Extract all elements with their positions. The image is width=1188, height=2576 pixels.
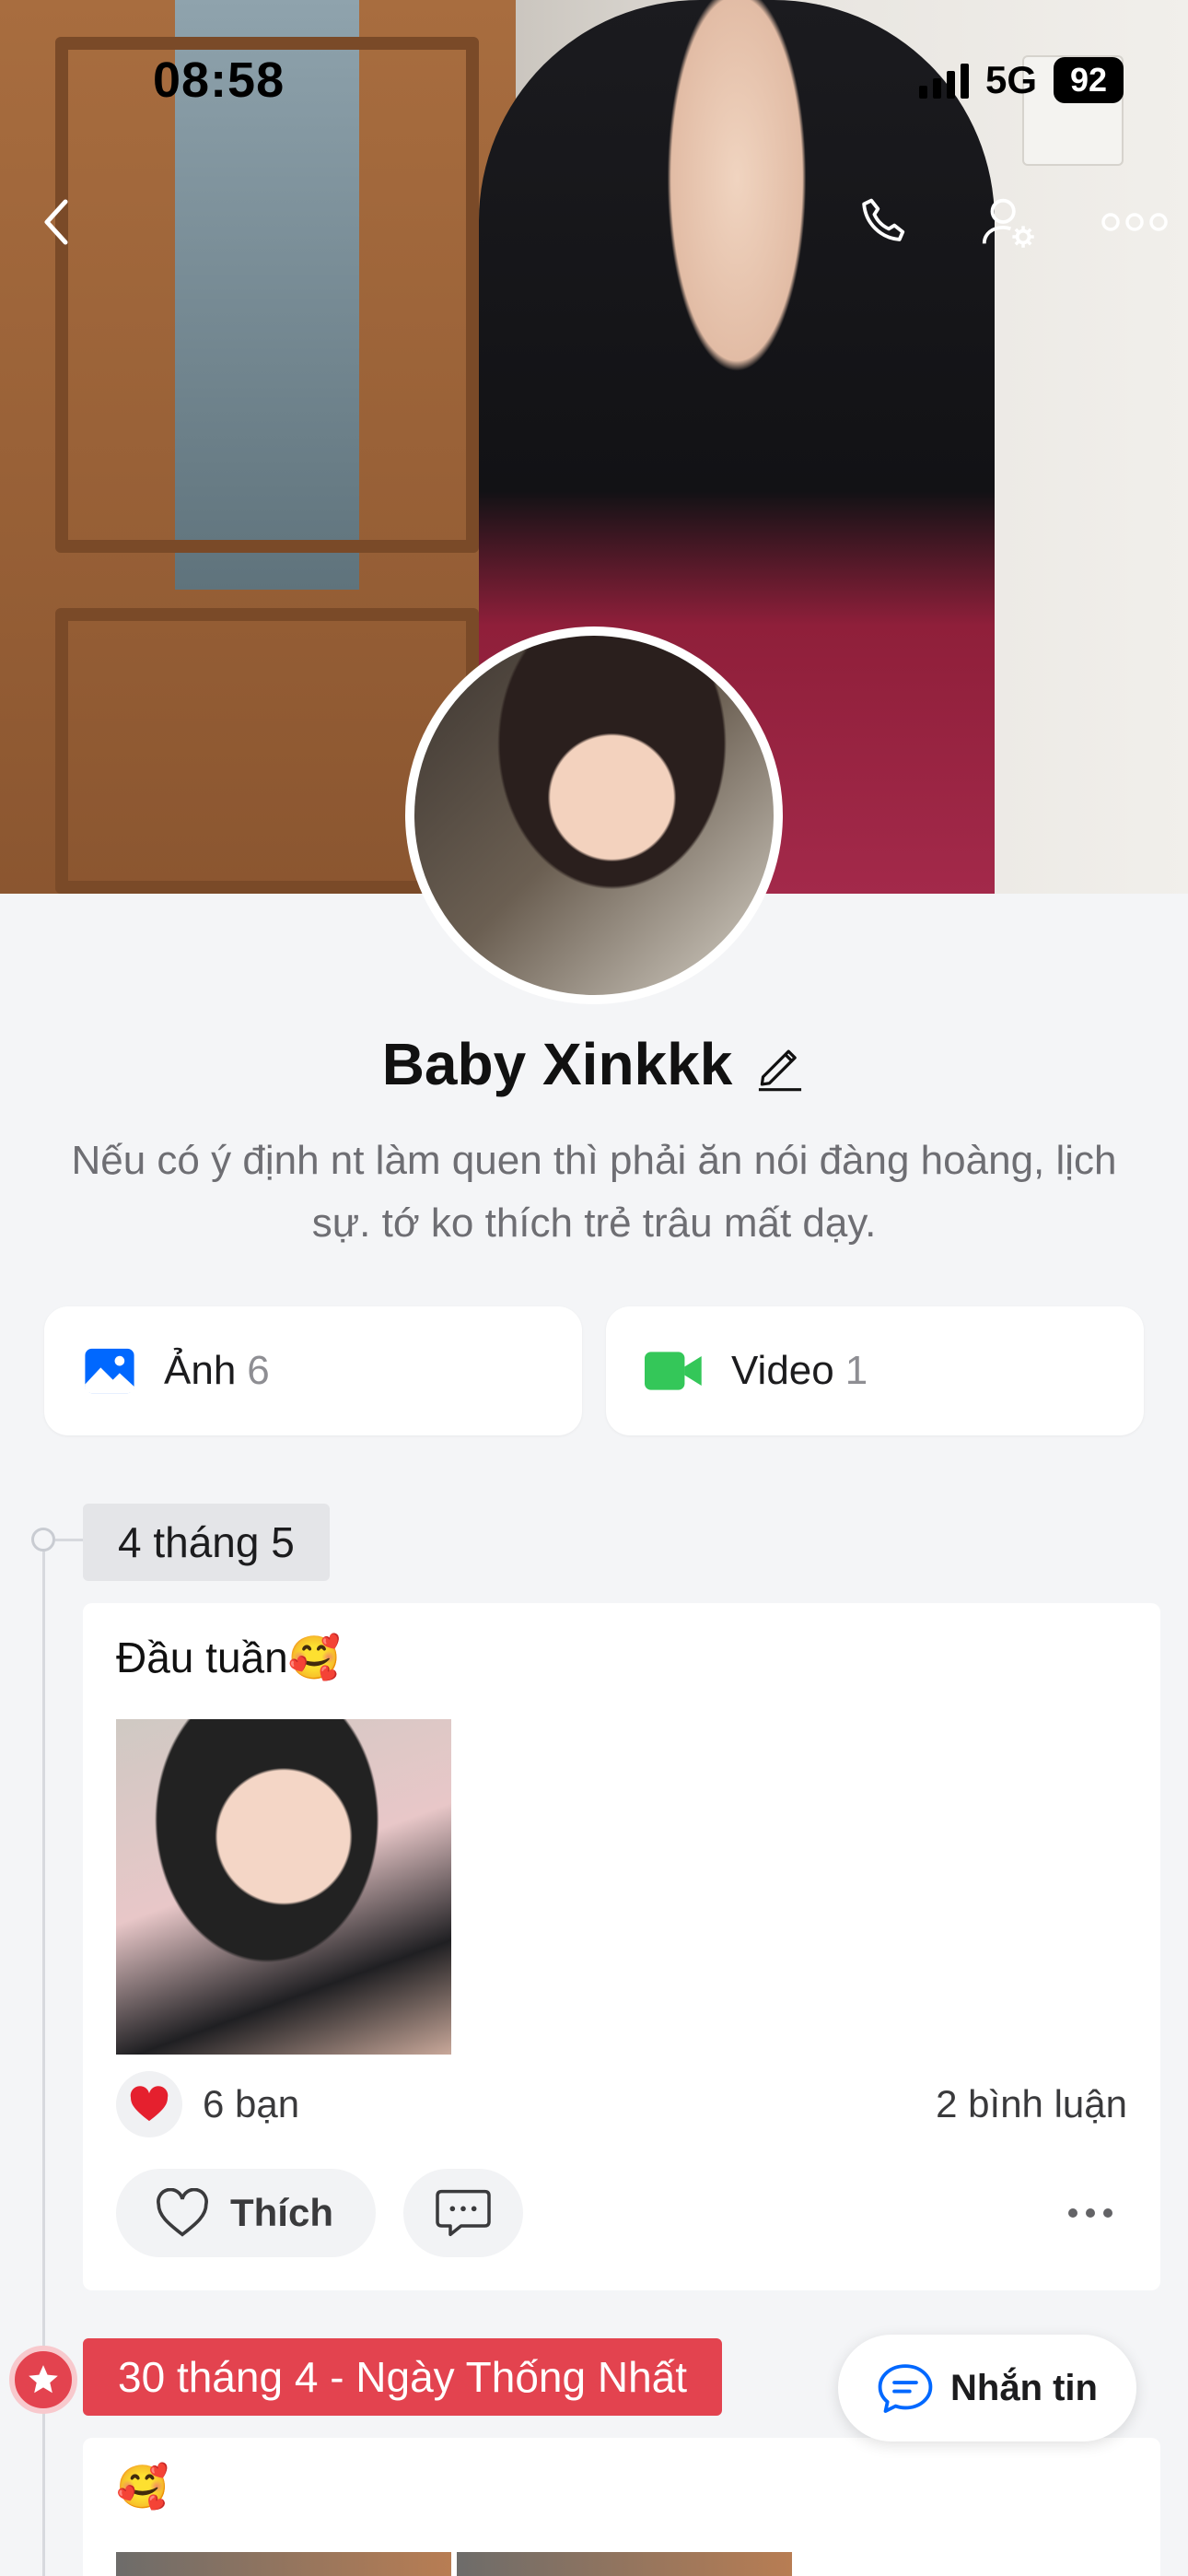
timeline-post[interactable]: Đầu tuần🥰 6 bạn 2 bình luận Thích bbox=[83, 1603, 1160, 2290]
post-photo[interactable] bbox=[457, 2552, 792, 2576]
photos-label: Ảnh bbox=[164, 1348, 237, 1393]
videos-count: 1 bbox=[844, 1348, 868, 1393]
photos-button[interactable]: Ảnh 6 bbox=[44, 1306, 582, 1435]
profile-bio: Nếu có ý định nt làm quen thì phải ăn nó… bbox=[71, 1138, 1117, 1246]
avatar[interactable] bbox=[405, 626, 783, 1004]
profile-name-row: Baby Xinkkk bbox=[0, 1030, 1188, 1098]
videos-button[interactable]: Video 1 bbox=[606, 1306, 1144, 1435]
video-camera-icon bbox=[645, 1352, 702, 1390]
status-indicators: 5G 92 bbox=[918, 57, 1124, 103]
reaction-heart[interactable] bbox=[116, 2071, 182, 2137]
post-caption: Đầu tuần🥰 bbox=[116, 1633, 341, 1681]
videos-label: Video bbox=[731, 1348, 834, 1393]
more-dot bbox=[1103, 2208, 1112, 2218]
star-icon bbox=[29, 2365, 58, 2394]
post-photo[interactable] bbox=[116, 2552, 451, 2576]
back-button[interactable] bbox=[15, 181, 98, 263]
timeline-dot bbox=[31, 1528, 55, 1551]
profile-settings-button[interactable] bbox=[967, 181, 1050, 263]
post-reactions-row: 6 bạn 2 bình luận bbox=[116, 2069, 1127, 2139]
more-options-button[interactable] bbox=[1089, 181, 1181, 263]
reaction-count[interactable]: 6 bạn bbox=[203, 2082, 299, 2126]
user-settings-icon bbox=[982, 198, 1034, 248]
signal-icon bbox=[918, 62, 969, 99]
comment-button[interactable] bbox=[403, 2169, 523, 2257]
edit-pencil-icon[interactable] bbox=[754, 1036, 806, 1092]
phone-icon bbox=[862, 198, 905, 241]
message-button[interactable]: Nhắn tin bbox=[838, 2335, 1136, 2441]
avatar-photo bbox=[414, 636, 774, 995]
post-actions: Thích bbox=[116, 2169, 1127, 2257]
status-time: 08:58 bbox=[153, 53, 285, 108]
call-button[interactable] bbox=[844, 181, 926, 263]
post-caption: 🥰 bbox=[116, 2463, 169, 2511]
more-dot bbox=[1086, 2208, 1095, 2218]
featured-star-marker bbox=[9, 2346, 77, 2414]
timeline-line bbox=[42, 1540, 45, 2576]
more-horizontal-icon bbox=[1101, 213, 1168, 231]
image-icon bbox=[85, 1348, 134, 1394]
heart-outline-icon bbox=[157, 2188, 208, 2237]
like-label: Thích bbox=[230, 2191, 333, 2234]
timeline-connector bbox=[55, 1539, 83, 1541]
profile-name: Baby Xinkkk bbox=[381, 1031, 733, 1097]
timeline-post[interactable]: 🥰 bbox=[83, 2438, 1160, 2576]
heart-filled-icon bbox=[130, 2086, 169, 2122]
timeline-date-label-holiday: 30 tháng 4 - Ngày Thống Nhất bbox=[83, 2338, 723, 2416]
network-label: 5G bbox=[984, 58, 1037, 101]
post-photo[interactable] bbox=[116, 1719, 451, 2055]
timeline-date-label: 4 tháng 5 bbox=[83, 1504, 330, 1581]
cover-door-panel bbox=[55, 37, 479, 553]
chat-bubble-icon bbox=[878, 2364, 933, 2413]
battery-level: 92 bbox=[1054, 57, 1124, 103]
photos-count: 6 bbox=[247, 1348, 270, 1393]
post-more-button[interactable] bbox=[1054, 2185, 1127, 2241]
like-button[interactable]: Thích bbox=[116, 2169, 376, 2257]
more-dot bbox=[1068, 2208, 1077, 2218]
chevron-left-icon bbox=[44, 199, 68, 245]
message-button-label: Nhắn tin bbox=[950, 2367, 1098, 2408]
comment-count[interactable]: 2 bình luận bbox=[936, 2082, 1127, 2126]
comment-icon bbox=[436, 2189, 491, 2237]
